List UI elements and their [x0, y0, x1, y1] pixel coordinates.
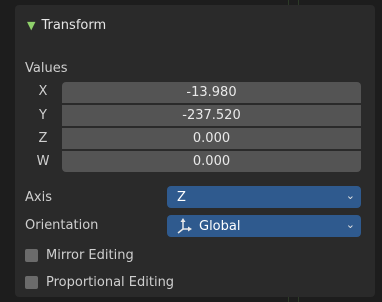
orientation-select-value: Global: [199, 218, 241, 234]
mirror-editing-checkbox-row[interactable]: Mirror Editing: [25, 248, 134, 263]
orientation-select[interactable]: Global ⌄: [167, 215, 361, 237]
vector-x-field[interactable]: -13.980: [62, 82, 361, 103]
vector-w-field[interactable]: 0.000: [62, 151, 361, 172]
vector-axis-label: Z: [38, 131, 48, 146]
collapse-triangle-icon[interactable]: ▼: [27, 19, 35, 32]
axis-select-value: Z: [177, 189, 186, 205]
transform-panel: ▼ Transform Values X -13.980 Y -237.520 …: [15, 5, 375, 297]
axis-label: Axis: [25, 190, 52, 205]
chevron-down-icon: ⌄: [345, 218, 355, 231]
vector-axis-label: W: [36, 154, 50, 169]
chevron-down-icon: ⌄: [345, 189, 355, 202]
vector-axis-label: X: [38, 84, 48, 99]
panel-header[interactable]: ▼ Transform: [15, 5, 375, 45]
proportional-editing-checkbox-row[interactable]: Proportional Editing: [25, 275, 174, 290]
proportional-editing-checkbox[interactable]: [25, 276, 38, 289]
vector-axis-label: Y: [39, 108, 47, 123]
panel-title: Transform: [41, 17, 107, 33]
mirror-editing-checkbox[interactable]: [25, 249, 38, 262]
vector-y-field[interactable]: -237.520: [62, 105, 361, 126]
axis-select[interactable]: Z ⌄: [167, 186, 361, 208]
proportional-editing-label: Proportional Editing: [46, 275, 175, 290]
mirror-editing-label: Mirror Editing: [46, 248, 134, 263]
values-label: Values: [25, 61, 68, 76]
vector-z-field[interactable]: 0.000: [62, 128, 361, 149]
transform-orientation-icon: [177, 218, 192, 234]
orientation-label: Orientation: [25, 218, 99, 233]
